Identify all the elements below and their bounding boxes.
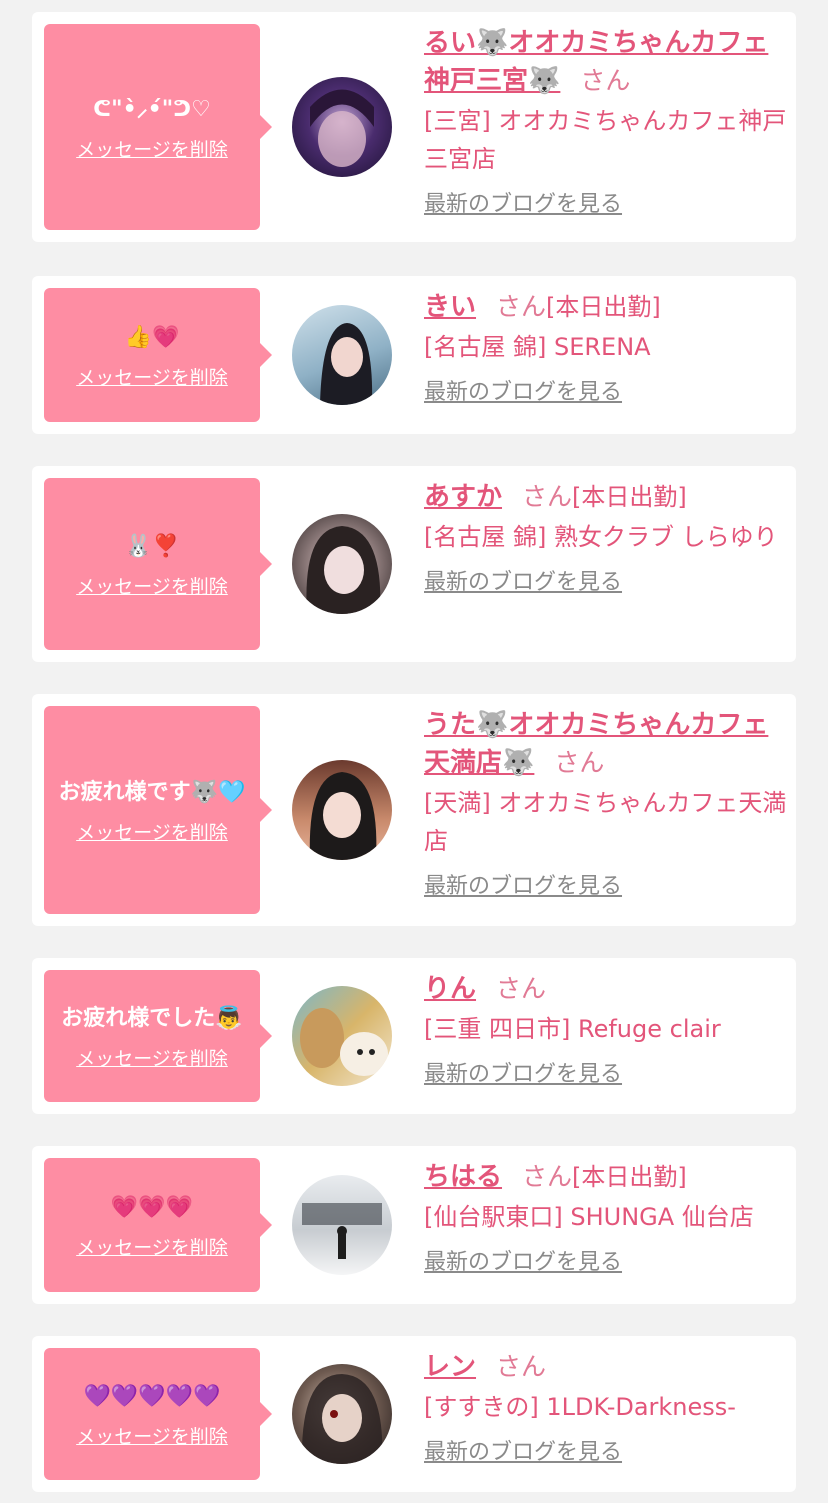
message-list: ᕦ"•̀⸝•́"ᕤ♡ メッセージを削除 るい🐺オオカミちゃんカフェ神戸三宮🐺 さん…	[0, 0, 828, 1503]
avatar-photo-icon	[320, 323, 373, 405]
avatar-photo-icon	[300, 1008, 388, 1076]
message-bubble: お疲れ様でした👼 メッセージを削除	[44, 970, 272, 1102]
message-text: 💗💗💗	[110, 1194, 194, 1220]
delete-message-link[interactable]: メッセージを削除	[76, 1422, 228, 1449]
profile-name-link[interactable]: ちはる	[424, 1162, 502, 1192]
message-card: お疲れ様でした👼 メッセージを削除 りん さん [三重 四日市] Refuge c…	[32, 958, 796, 1114]
profile-name-link[interactable]: きい	[424, 292, 476, 322]
avatar-photo-icon	[309, 772, 377, 860]
honorific: さん	[554, 748, 605, 777]
avatar-photo-icon	[306, 526, 381, 614]
honorific: さん	[496, 1352, 547, 1381]
profile-info: ちはる さん[本日出勤] [仙台駅東口] SHUNGA 仙台店 最新のブログを見る	[424, 1158, 788, 1278]
profile-info: きい さん[本日出勤] [名古屋 錦] SERENA 最新のブログを見る	[424, 288, 788, 408]
profile-name-link[interactable]: りん	[424, 974, 476, 1004]
message-text: 🐰❣️	[124, 533, 180, 559]
message-card: ᕦ"•̀⸝•́"ᕤ♡ メッセージを削除 るい🐺オオカミちゃんカフェ神戸三宮🐺 さん…	[32, 12, 796, 242]
avatar[interactable]	[292, 77, 392, 177]
message-bubble: 👍💗 メッセージを削除	[44, 288, 272, 422]
attendance-badge: [本日出勤]	[546, 293, 661, 321]
delete-message-link[interactable]: メッセージを削除	[76, 1044, 228, 1071]
profile-info: うた🐺オオカミちゃんカフェ天満店🐺 さん [天満] オオカミちゃんカフェ天満店 最…	[424, 706, 788, 902]
latest-blog-link[interactable]: 最新のブログを見る	[424, 1248, 788, 1278]
message-text: 👍💗	[124, 324, 180, 350]
profile-info: りん さん [三重 四日市] Refuge clair 最新のブログを見る	[424, 970, 788, 1090]
avatar[interactable]	[292, 305, 392, 405]
avatar-photo-icon	[301, 1374, 383, 1464]
shop-name: [天満] オオカミちゃんカフェ天満店	[424, 789, 787, 855]
message-text: お疲れ様でした👼	[61, 1005, 243, 1031]
message-text: お疲れ様です🐺🩵	[58, 779, 246, 805]
shop-name: [名古屋 錦] 熟女クラブ しらゆり	[424, 523, 778, 551]
message-card: 💗💗💗 メッセージを削除 ちはる さん[本日出勤] [仙台駅東口] SHUNGA …	[32, 1146, 796, 1304]
latest-blog-link[interactable]: 最新のブログを見る	[424, 190, 788, 220]
shop-name: [仙台駅東口] SHUNGA 仙台店	[424, 1203, 754, 1231]
avatar-photo-icon	[310, 89, 374, 167]
shop-name: [すすきの] 1LDK-Darkness-	[424, 1393, 736, 1421]
latest-blog-link[interactable]: 最新のブログを見る	[424, 568, 788, 598]
honorific: さん	[580, 66, 631, 95]
latest-blog-link[interactable]: 最新のブログを見る	[424, 378, 788, 408]
profile-info: レン さん [すすきの] 1LDK-Darkness- 最新のブログを見る	[424, 1348, 788, 1468]
avatar[interactable]	[292, 514, 392, 614]
honorific: さん	[522, 1162, 573, 1191]
profile-name-link[interactable]: レン	[424, 1352, 476, 1382]
delete-message-link[interactable]: メッセージを削除	[76, 135, 228, 162]
latest-blog-link[interactable]: 最新のブログを見る	[424, 1438, 788, 1468]
avatar[interactable]	[292, 1364, 392, 1464]
delete-message-link[interactable]: メッセージを削除	[76, 363, 228, 390]
avatar[interactable]	[292, 760, 392, 860]
honorific: さん	[496, 292, 547, 321]
message-bubble: 💗💗💗 メッセージを削除	[44, 1158, 272, 1292]
message-card: 👍💗 メッセージを削除 きい さん[本日出勤] [名古屋 錦] SERENA 最新…	[32, 276, 796, 434]
message-bubble: お疲れ様です🐺🩵 メッセージを削除	[44, 706, 272, 914]
message-text: ᕦ"•̀⸝•́"ᕤ♡	[93, 96, 211, 122]
avatar-photo-icon	[302, 1203, 382, 1259]
latest-blog-link[interactable]: 最新のブログを見る	[424, 872, 788, 902]
profile-info: るい🐺オオカミちゃんカフェ神戸三宮🐺 さん [三宮] オオカミちゃんカフェ神戸三宮…	[424, 24, 788, 220]
delete-message-link[interactable]: メッセージを削除	[76, 818, 228, 845]
latest-blog-link[interactable]: 最新のブログを見る	[424, 1060, 788, 1090]
shop-name: [名古屋 錦] SERENA	[424, 333, 651, 361]
shop-name: [三宮] オオカミちゃんカフェ神戸三宮店	[424, 107, 787, 173]
attendance-badge: [本日出勤]	[572, 1163, 687, 1191]
message-bubble: 💜💜💜💜💜 メッセージを削除	[44, 1348, 272, 1480]
message-card: お疲れ様です🐺🩵 メッセージを削除 うた🐺オオカミちゃんカフェ天満店🐺 さん [天…	[32, 694, 796, 926]
attendance-badge: [本日出勤]	[572, 483, 687, 511]
profile-info: あすか さん[本日出勤] [名古屋 錦] 熟女クラブ しらゆり 最新のブログを見る	[424, 478, 788, 598]
avatar[interactable]	[292, 986, 392, 1086]
message-bubble: 🐰❣️ メッセージを削除	[44, 478, 272, 650]
shop-name: [三重 四日市] Refuge clair	[424, 1015, 721, 1043]
honorific: さん	[496, 974, 547, 1003]
profile-name-link[interactable]: あすか	[424, 482, 502, 512]
delete-message-link[interactable]: メッセージを削除	[76, 572, 228, 599]
message-bubble: ᕦ"•̀⸝•́"ᕤ♡ メッセージを削除	[44, 24, 272, 230]
message-card: 💜💜💜💜💜 メッセージを削除 レン さん [すすきの] 1LDK-Darkness…	[32, 1336, 796, 1492]
avatar[interactable]	[292, 1175, 392, 1275]
delete-message-link[interactable]: メッセージを削除	[76, 1233, 228, 1260]
message-card: 🐰❣️ メッセージを削除 あすか さん[本日出勤] [名古屋 錦] 熟女クラブ し…	[32, 466, 796, 662]
honorific: さん	[522, 482, 573, 511]
message-text: 💜💜💜💜💜	[83, 1383, 221, 1409]
